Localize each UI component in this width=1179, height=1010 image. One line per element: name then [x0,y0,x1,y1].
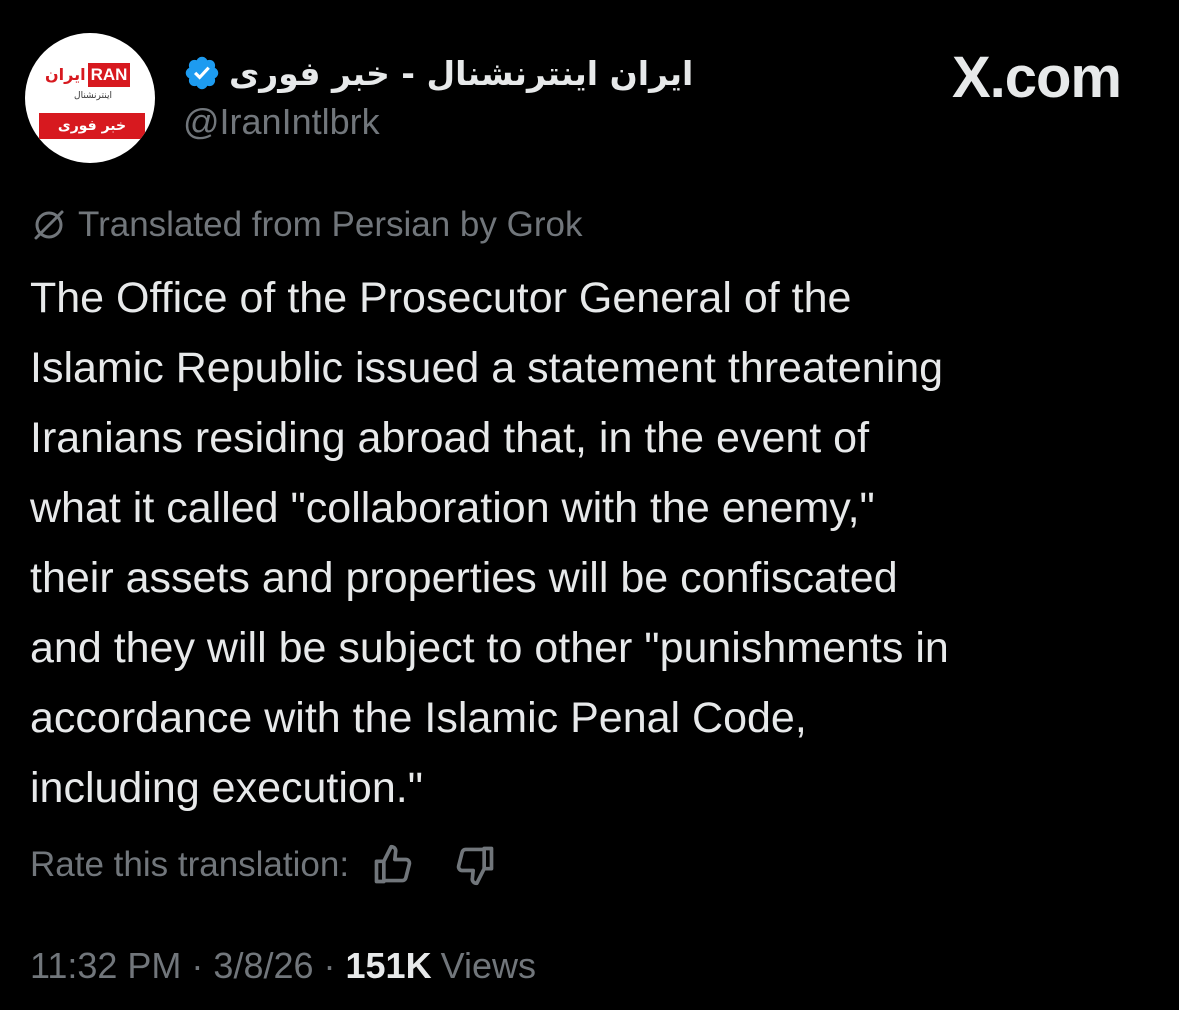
avatar-logo-top: ایران RAN [43,63,143,87]
post-time[interactable]: 11:32 PM [30,945,181,987]
post-body: The Office of the Prosecutor General of … [30,263,1155,823]
thumbs-up-icon[interactable] [371,843,415,887]
meta-separator: · [323,945,336,986]
post-line: accordance with the Islamic Penal Code, [30,694,807,742]
post-line: Iranians residing abroad that, in the ev… [30,414,870,462]
views-count: 151K [345,945,432,986]
post-line: what it called "collaboration with the e… [30,484,875,532]
views-label: Views [440,945,536,986]
display-name-row[interactable]: ایران اینترنشنال - خبر فوری [183,48,693,98]
post-meta: 11:32 PM · 3/8/26 · 151K Views [30,945,536,987]
meta-separator: · [191,945,204,986]
post-line: The Office of the Prosecutor General of … [30,274,852,322]
rate-translation: Rate this translation: [30,838,497,892]
post-line: their assets and properties will be conf… [30,554,898,602]
avatar-logo-fa: ایران [43,63,88,87]
post-date[interactable]: 3/8/26 [213,945,313,987]
display-name[interactable]: ایران اینترنشنال - خبر فوری [229,54,693,93]
translation-notice: Translated from Persian by Grok [30,205,582,245]
avatar-logo-sub: اینترنشنال [74,91,112,101]
verified-badge-icon [185,56,219,90]
x-brand-logo: X.com [951,45,1122,110]
avatar-logo-band: خبر فوری [39,113,145,139]
post-line: and they will be subject to other "punis… [30,624,949,672]
post-line: including execution." [30,764,423,812]
avatar[interactable]: ایران RAN اینترنشنال خبر فوری [25,33,155,163]
translation-notice-text: Translated from Persian by Grok [78,205,583,244]
grok-icon [34,210,64,240]
post-line: Islamic Republic issued a statement thre… [30,344,944,392]
thumbs-down-icon[interactable] [453,843,497,887]
avatar-logo-en: RAN [87,63,131,87]
account-handle[interactable]: @IranIntlbrk [183,101,380,143]
rate-translation-label: Rate this translation: [30,845,350,884]
